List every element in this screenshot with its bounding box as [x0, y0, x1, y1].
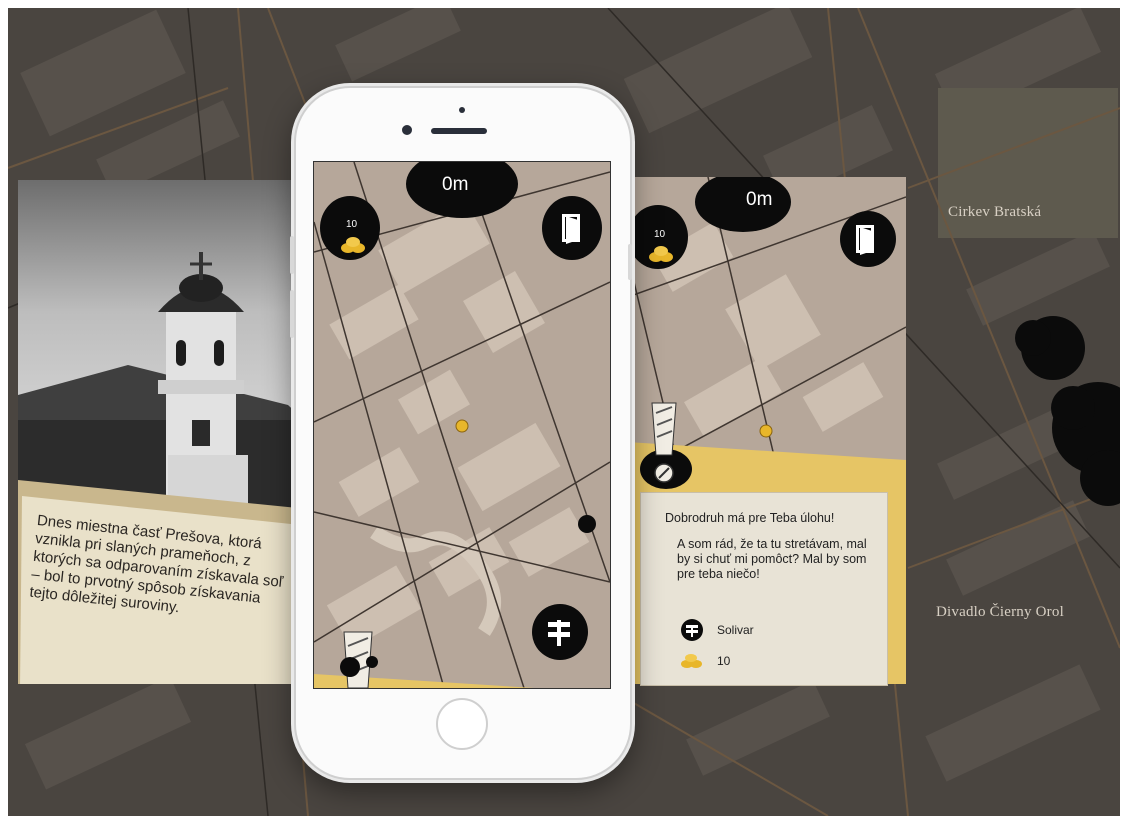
- phone-sensor: [459, 107, 465, 113]
- exit-door-icon: [562, 214, 580, 244]
- dialog-reward-value: 10: [717, 654, 731, 668]
- phone-side-button: [628, 244, 632, 280]
- coins-icon: [681, 654, 702, 668]
- coin-count: 10: [654, 229, 666, 240]
- signpost-icon: [681, 619, 703, 641]
- distance-readout: 0m: [442, 174, 469, 195]
- phone-camera: [402, 125, 412, 135]
- coin-count: 10: [346, 219, 358, 230]
- phone-side-button: [290, 290, 294, 338]
- home-button[interactable]: [436, 698, 488, 750]
- church-photo: [18, 180, 304, 510]
- dialog-body: A som rád, že ta tu stretávam, mal by si…: [677, 537, 867, 581]
- phone-side-button: [290, 236, 294, 274]
- dialog-title: Dobrodruh má pre Teba úlohu!: [665, 511, 835, 525]
- quest-dialog: Dobrodruh má pre Teba úlohu! A som rád, …: [640, 492, 888, 686]
- dialog-location-row: Solivar: [681, 619, 754, 641]
- story-card: Dnes miestna časť Prešova, ktorá vznikla…: [18, 180, 304, 684]
- exclamation-icon: [651, 402, 677, 483]
- dialog-reward-row: 10: [681, 653, 730, 669]
- phone-speaker: [431, 128, 487, 134]
- map-label-church: Cirkev Bratská: [948, 204, 1042, 220]
- distance-readout: 0m: [746, 189, 773, 210]
- map-label-theatre: Divadlo Čierny Orol: [936, 604, 1064, 620]
- game-screen[interactable]: 0m 10: [313, 161, 611, 689]
- exit-door-icon: [856, 225, 874, 255]
- game-map[interactable]: [314, 162, 610, 688]
- dialog-location-label: Solivar: [717, 623, 754, 637]
